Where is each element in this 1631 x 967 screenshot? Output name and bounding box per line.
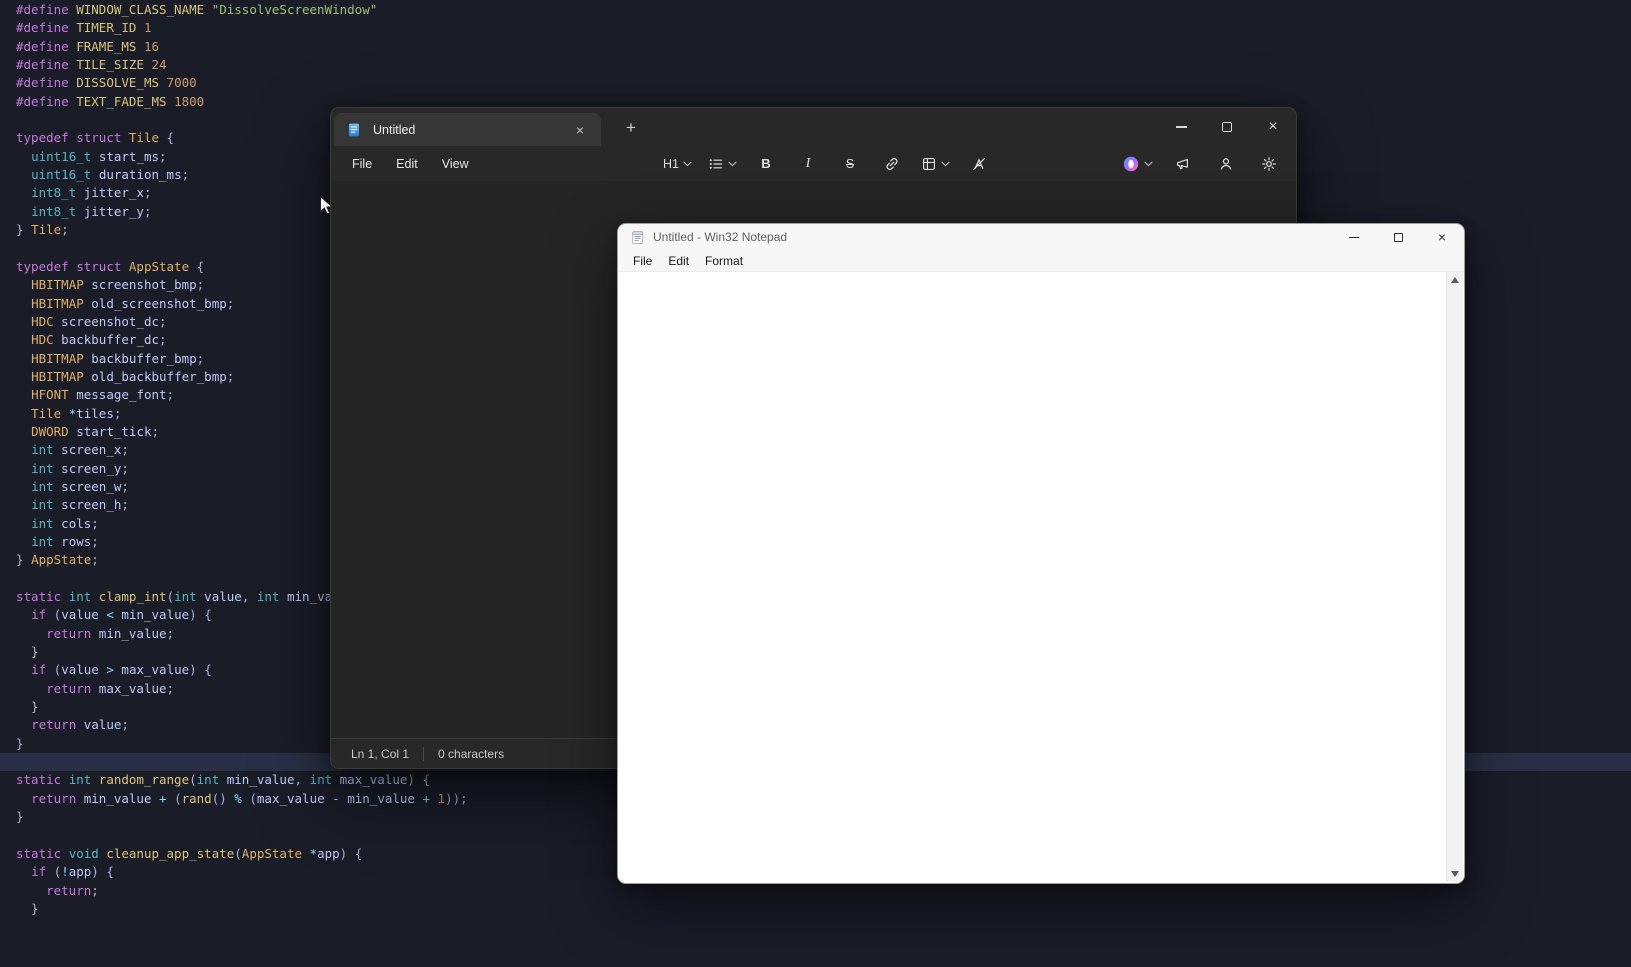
win32-menu-format[interactable]: Format	[697, 252, 751, 270]
win32-window-controls: ×	[1332, 224, 1464, 250]
settings-button[interactable]	[1252, 151, 1286, 177]
notepad-title-bar[interactable]: Untitled × + ×	[331, 108, 1296, 146]
win32-menu-edit[interactable]: Edit	[660, 252, 697, 270]
account-icon	[1220, 157, 1232, 170]
code-line[interactable]: #define WINDOW_CLASS_NAME "DissolveScree…	[0, 1, 1631, 19]
scroll-up-arrow-icon[interactable]	[1451, 277, 1459, 283]
code-line[interactable]: #define FRAME_MS 16	[0, 38, 1631, 56]
tab-close-icon[interactable]: ×	[571, 121, 589, 139]
desktop: #define WINDOW_CLASS_NAME "DissolveScree…	[0, 0, 1631, 967]
status-separator	[423, 746, 425, 761]
code-line[interactable]: }	[0, 900, 1631, 918]
win32-menu-bar: File Edit Format	[618, 250, 1464, 272]
code-line[interactable]: #define TILE_SIZE 24	[0, 56, 1631, 74]
scroll-down-arrow-icon[interactable]	[1451, 871, 1459, 877]
table-icon	[923, 157, 935, 170]
account-button[interactable]	[1209, 151, 1243, 177]
settings-gear-icon	[1262, 156, 1276, 171]
close-icon: ×	[1437, 229, 1447, 245]
feedback-button[interactable]	[1166, 151, 1200, 177]
cursor-position-status: Ln 1, Col 1	[351, 746, 410, 761]
feedback-icon	[1177, 158, 1188, 169]
insert-link-button[interactable]	[875, 151, 909, 177]
link-icon	[886, 157, 898, 170]
notepad-window-controls: ×	[1158, 108, 1296, 146]
win32-notepad-window: Untitled - Win32 Notepad × File Edit For…	[617, 223, 1465, 884]
minimize-button[interactable]	[1158, 108, 1204, 146]
win32-notepad-app-icon	[632, 230, 643, 244]
menu-edit[interactable]: Edit	[384, 152, 430, 176]
chevron-down-icon	[1144, 161, 1153, 166]
new-tab-button[interactable]: +	[619, 116, 643, 140]
win32-maximize-button[interactable]	[1376, 224, 1420, 250]
win32-close-button[interactable]: ×	[1420, 224, 1464, 250]
tab-title: Untitled	[373, 122, 416, 137]
win32-minimize-button[interactable]	[1332, 224, 1376, 250]
chevron-down-icon	[941, 161, 950, 166]
bold-button[interactable]: B	[749, 151, 783, 177]
italic-button[interactable]: I	[791, 151, 825, 177]
notepad-tab-untitled[interactable]: Untitled ×	[334, 113, 601, 146]
win32-menu-file[interactable]: File	[625, 252, 660, 270]
clear-formatting-button[interactable]	[962, 151, 996, 177]
code-line[interactable]: #define DISSOLVE_MS 7000	[0, 74, 1631, 92]
heading-style-dropdown[interactable]: H1	[659, 151, 696, 177]
maximize-button[interactable]	[1204, 108, 1250, 146]
copilot-dropdown[interactable]	[1118, 151, 1157, 177]
maximize-icon	[1393, 232, 1403, 242]
code-line[interactable]: #define TIMER_ID 1	[0, 19, 1631, 37]
character-count-status: 0 characters	[438, 746, 505, 761]
minimize-icon	[1349, 236, 1359, 238]
toolbar-right-actions	[1118, 146, 1286, 181]
notepad-toolbar: File Edit View H1 B I S	[331, 146, 1296, 181]
mouse-cursor	[320, 195, 334, 215]
win32-window-title: Untitled - Win32 Notepad	[653, 230, 788, 244]
code-line[interactable]: return;	[0, 882, 1631, 900]
chevron-down-icon	[728, 161, 737, 166]
menu-file[interactable]: File	[340, 152, 384, 176]
win32-title-bar[interactable]: Untitled - Win32 Notepad ×	[618, 224, 1464, 250]
bullet-list-icon	[709, 158, 723, 169]
minimize-icon	[1175, 126, 1187, 128]
close-button[interactable]: ×	[1250, 108, 1296, 146]
formatting-toolbar: H1 B I S	[659, 146, 996, 181]
win32-vertical-scrollbar[interactable]	[1446, 272, 1463, 882]
menu-view[interactable]: View	[430, 152, 481, 176]
notepad-app-icon	[349, 123, 359, 136]
close-icon: ×	[1268, 118, 1278, 135]
heading-style-label: H1	[663, 156, 679, 171]
copilot-icon	[1123, 156, 1139, 171]
win32-text-area[interactable]	[618, 272, 1464, 883]
clear-formatting-icon	[972, 157, 985, 170]
insert-table-dropdown[interactable]	[917, 151, 954, 177]
chevron-down-icon	[683, 161, 692, 166]
list-dropdown[interactable]	[704, 151, 741, 177]
strikethrough-label: S	[845, 156, 855, 171]
strikethrough-button[interactable]: S	[833, 151, 867, 177]
maximize-icon	[1222, 122, 1232, 132]
